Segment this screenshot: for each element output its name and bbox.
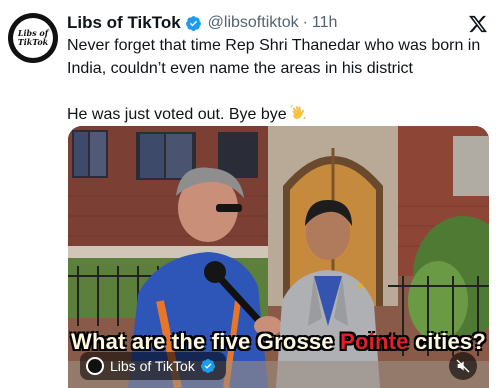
waving-hand-icon (290, 104, 306, 120)
caption-part2: Grosse (256, 329, 341, 354)
verified-badge-icon (185, 15, 201, 31)
verified-badge-icon (200, 359, 215, 373)
avatar-text-line2: TikTok (17, 37, 49, 47)
separator-dot: · (302, 14, 308, 31)
video-media[interactable]: What are the five Grosse Pointe cities? … (68, 126, 489, 388)
tweet-header: Libs of TikTok @libsoftiktok · 11h (67, 12, 337, 34)
user-handle[interactable]: @libsoftiktok (208, 14, 299, 32)
avatar-logo: Libs of TikTok (13, 18, 53, 58)
x-logo-icon (469, 15, 488, 33)
display-name[interactable]: Libs of TikTok (67, 13, 181, 33)
tweet-paragraph-2-text: He was just voted out. Bye bye (67, 106, 287, 123)
tweet-card[interactable]: Libs of TikTok Libs of TikTok @libsoftik… (0, 0, 500, 388)
muted-speaker-icon (456, 359, 470, 373)
media-author-name: Libs of TikTok (110, 358, 195, 374)
caption-part1: What are the five (71, 329, 257, 354)
profile-avatar[interactable]: Libs of TikTok (8, 13, 58, 63)
mute-button[interactable] (449, 352, 477, 380)
tweet-paragraph-1: Never forget that time Rep Shri Thanedar… (67, 37, 481, 77)
caption-part3: cities? (408, 329, 486, 354)
timestamp[interactable]: 11h (312, 14, 338, 32)
tweet-text: Never forget that time Rep Shri Thanedar… (67, 34, 492, 126)
caption-highlight: Pointe (340, 329, 409, 354)
media-author-badge[interactable]: Libs of TikTok (80, 352, 226, 380)
tweet-paragraph-2: He was just voted out. Bye bye (67, 103, 492, 126)
mini-avatar (86, 357, 104, 375)
